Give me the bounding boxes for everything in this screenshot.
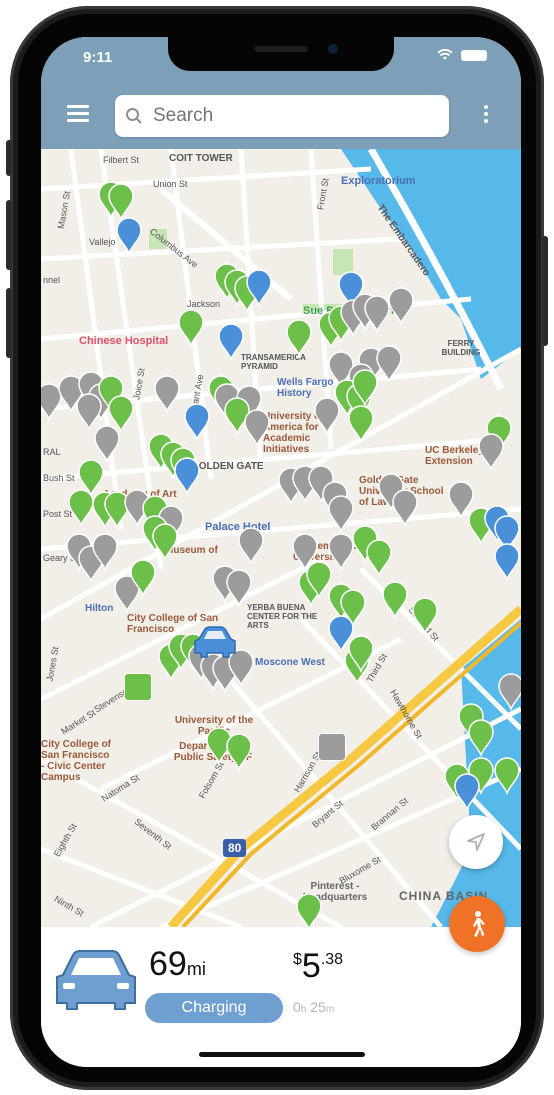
navigation-arrow-icon — [467, 833, 485, 851]
search-icon — [126, 108, 142, 124]
power-button — [542, 236, 548, 346]
available-charger-pin-icon[interactable] — [347, 635, 375, 673]
status-indicators — [437, 49, 487, 61]
available-charger-pin-icon[interactable] — [411, 597, 439, 635]
offline-charger-pin-icon[interactable] — [391, 489, 419, 527]
available-charger-pin-icon[interactable] — [225, 733, 253, 771]
available-charger-pin-icon[interactable] — [347, 405, 375, 443]
eta-minutes-unit: m — [325, 1004, 335, 1015]
offline-charger-pin-icon[interactable] — [225, 569, 253, 607]
charging-time-remaining: 0h 25m — [293, 999, 334, 1015]
offline-charger-pin-icon[interactable] — [387, 287, 415, 325]
car-icon — [56, 950, 136, 1010]
wifi-icon — [437, 49, 453, 60]
offline-charger-pin-icon[interactable] — [237, 527, 265, 565]
available-charger-pin-icon[interactable] — [151, 523, 179, 561]
session-cost: $5.38 — [293, 947, 343, 986]
charging-status-button[interactable]: Charging — [145, 993, 283, 1023]
vehicle-status-panel: 69mi $5.38 Charging 0h 25m — [41, 927, 521, 1067]
offline-charger-pin-icon[interactable] — [153, 375, 181, 413]
offline-charger-pin-icon[interactable] — [313, 397, 341, 435]
volume-down-button — [6, 288, 12, 358]
eta-hours: 0 — [293, 999, 301, 1015]
silent-switch — [6, 140, 12, 176]
more-options-button[interactable] — [483, 105, 489, 125]
available-charger-pin-icon[interactable] — [107, 183, 135, 221]
price-dollars: 5 — [301, 947, 321, 985]
search-input[interactable] — [151, 104, 435, 128]
range-readout: 69mi — [149, 945, 206, 984]
available-charger-pin-icon[interactable] — [129, 559, 157, 597]
eta-minutes: 25 — [310, 999, 326, 1015]
recenter-button[interactable] — [449, 815, 503, 869]
occupied-charger-pin-icon[interactable] — [173, 457, 201, 495]
eta-hours-unit: h — [300, 1004, 307, 1015]
vehicle-location-icon[interactable] — [193, 625, 237, 659]
occupied-charger-pin-icon[interactable] — [453, 773, 481, 811]
walking-directions-button[interactable] — [449, 896, 505, 952]
available-charger-pin-icon[interactable] — [351, 369, 379, 407]
range-value: 69 — [149, 945, 187, 983]
charger-pins-layer — [41, 149, 521, 927]
occupied-charger-pin-icon[interactable] — [493, 543, 521, 581]
occupied-charger-pin-icon[interactable] — [245, 269, 273, 307]
offline-charger-pin-icon[interactable] — [375, 345, 403, 383]
occupied-charger-pin-icon[interactable] — [115, 217, 143, 255]
battery-icon — [461, 49, 487, 61]
occupied-charger-pin-icon[interactable] — [183, 403, 211, 441]
price-currency: $ — [293, 951, 302, 968]
available-charger-pin-icon[interactable] — [177, 309, 205, 347]
status-time: 9:11 — [83, 49, 113, 66]
offline-charger-pin-icon[interactable] — [91, 533, 119, 571]
charger-station-square-icon[interactable] — [318, 733, 346, 761]
offline-charger-pin-icon[interactable] — [477, 433, 505, 471]
camera — [328, 44, 338, 54]
available-charger-pin-icon[interactable] — [381, 581, 409, 619]
available-charger-pin-icon[interactable] — [365, 539, 393, 577]
available-charger-pin-icon[interactable] — [285, 319, 313, 357]
charger-station-square-icon[interactable] — [124, 673, 152, 701]
offline-charger-pin-icon[interactable] — [497, 673, 521, 711]
app-screen: 9:11 Search COIT TOWER Exploratorium Sue… — [41, 37, 521, 1067]
available-charger-pin-icon[interactable] — [295, 893, 323, 927]
speaker — [254, 46, 308, 52]
volume-up-button — [6, 200, 12, 270]
pedestrian-walk-icon — [473, 911, 485, 937]
map-view[interactable]: COIT TOWER Exploratorium Sue Bierman Par… — [41, 149, 521, 927]
search-bar[interactable] — [115, 95, 449, 137]
range-unit: mi — [186, 959, 206, 979]
offline-charger-pin-icon[interactable] — [93, 425, 121, 463]
notch — [168, 37, 394, 71]
occupied-charger-pin-icon[interactable] — [217, 323, 245, 361]
home-indicator — [199, 1052, 365, 1057]
menu-button[interactable] — [67, 105, 89, 122]
available-charger-pin-icon[interactable] — [493, 757, 521, 795]
offline-charger-pin-icon[interactable] — [243, 409, 271, 447]
price-cents: .38 — [320, 951, 344, 968]
available-charger-pin-icon[interactable] — [467, 719, 495, 757]
